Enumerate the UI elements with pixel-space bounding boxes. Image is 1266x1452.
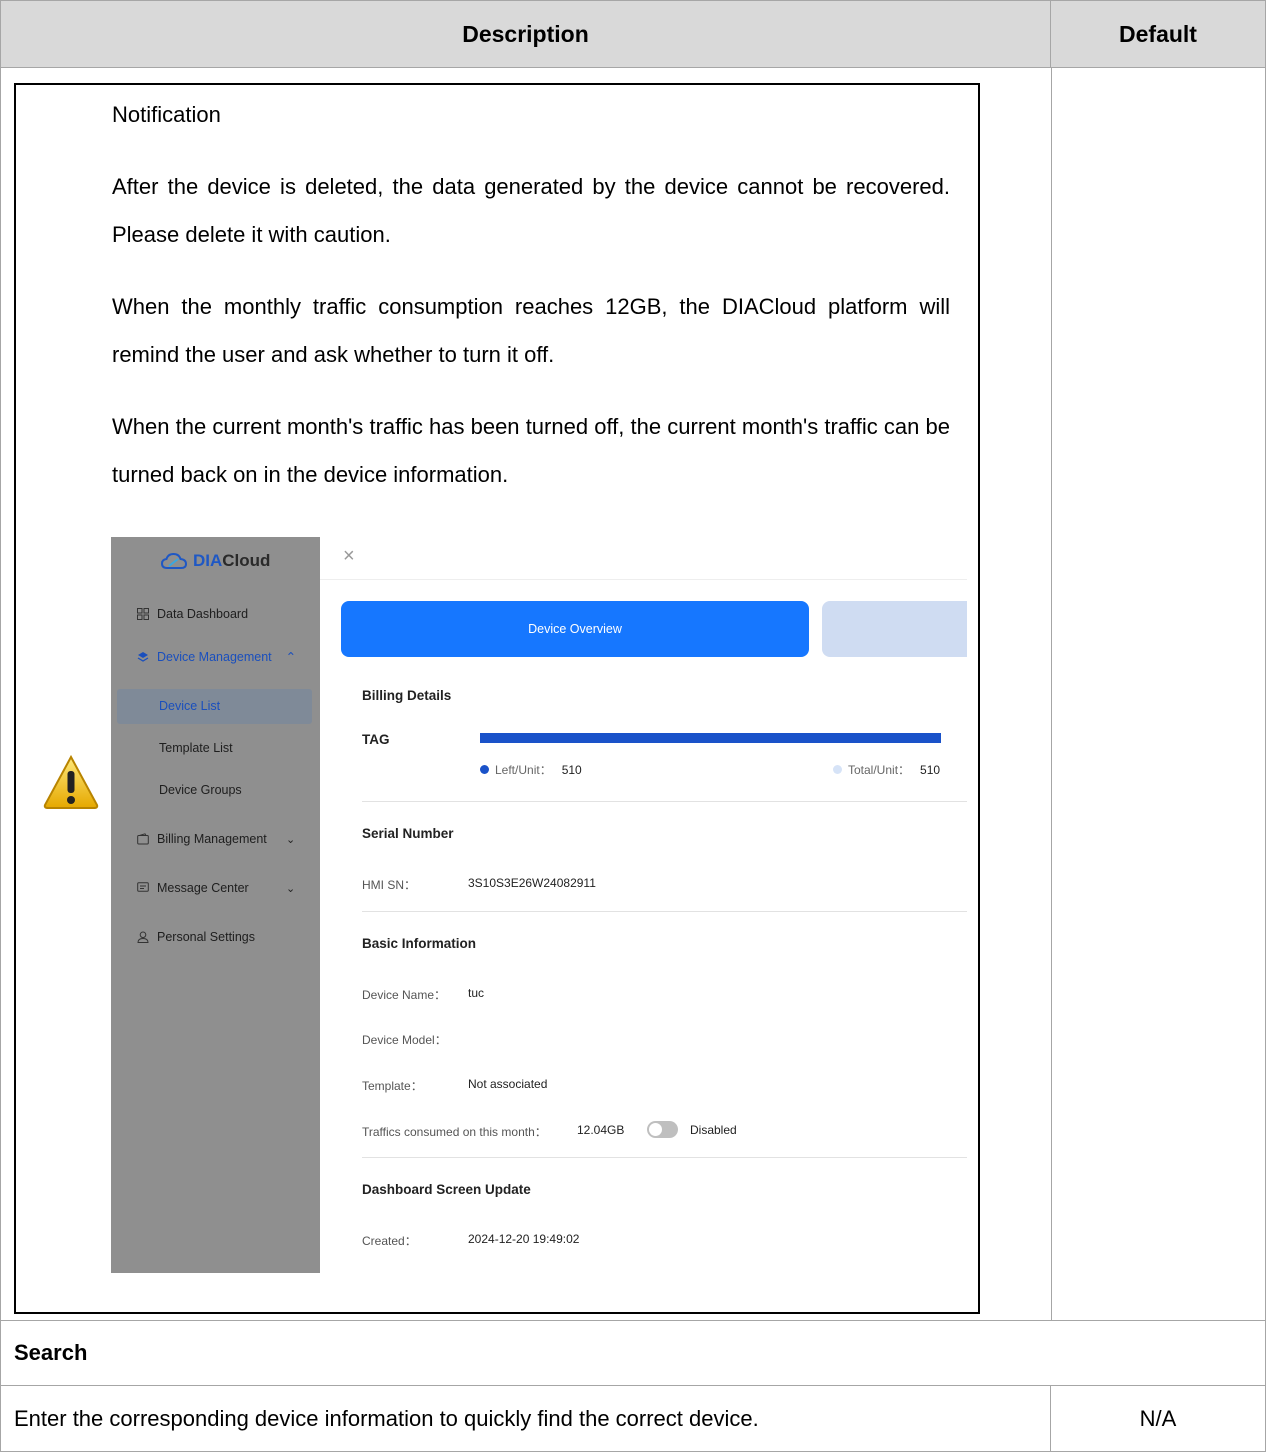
traffic-toggle[interactable] <box>647 1121 678 1138</box>
traffic-label: Traffics consumed on this month： <box>362 1125 547 1139</box>
table-header-row: Description Default <box>0 0 1266 68</box>
sidebar-item-device-list[interactable]: Device List <box>159 699 220 713</box>
sidebar-item-template-list[interactable]: Template List <box>159 741 233 755</box>
notification-paragraph: When the monthly traffic consumption rea… <box>112 294 950 367</box>
toggle-knob <box>649 1123 662 1136</box>
template-value: Not associated <box>468 1077 548 1091</box>
legend-total-unit: Total/Unit： 510 <box>833 761 940 778</box>
sidebar-item-label: Data Dashboard <box>157 607 249 621</box>
logo-text-dia: DIA <box>193 551 223 570</box>
default-header: Default <box>1119 20 1197 47</box>
sidebar-item-device-management[interactable]: Device Management ⌃ <box>137 649 296 664</box>
device-name-value: tuc <box>468 986 485 1000</box>
notification-paragraph: When the current month's traffic has bee… <box>112 414 950 487</box>
hmi-sn-label: HMI SN： <box>362 878 417 892</box>
divider <box>320 579 967 580</box>
sidebar-item-data-dashboard[interactable]: Data Dashboard <box>137 607 248 621</box>
sidebar-item-label: Message Center <box>157 881 249 895</box>
notification-box: Notification After the device is deleted… <box>14 83 980 1314</box>
traffic-value: 12.04GB <box>577 1123 625 1137</box>
diacloud-logo: DIACloud <box>161 551 270 571</box>
legend-left-unit: Left/Unit： 510 <box>480 761 582 778</box>
device-name-label: Device Name： <box>362 988 447 1002</box>
search-section-row: Search <box>0 1320 1266 1386</box>
chevron-up-icon: ⌃ <box>285 650 297 664</box>
device-model-label: Device Model： <box>362 1033 447 1047</box>
legend-left-label: Left/Unit： <box>495 763 552 777</box>
legend-total-label: Total/Unit： <box>848 763 911 777</box>
sidebar-item-label: Device Management <box>157 649 272 664</box>
notification-paragraph: After the device is deleted, the data ge… <box>112 174 950 247</box>
notification-title: Notification <box>112 102 221 127</box>
hmi-sn-value: 3S10S3E26W24082911 <box>468 876 596 890</box>
legend-dot <box>480 765 489 774</box>
user-icon <box>137 931 149 943</box>
tab-secondary[interactable] <box>822 601 967 657</box>
legend-left-value: 510 <box>561 762 582 777</box>
sidebar-item-message-center[interactable]: Message Center <box>137 881 249 895</box>
search-description-row: Enter the corresponding device informati… <box>0 1385 1266 1452</box>
message-icon <box>137 882 149 892</box>
sidebar: DIACloud Data Dashboard Device Managemen… <box>111 537 320 1273</box>
traffic-toggle-state: Disabled <box>690 1123 737 1137</box>
tag-usage-bar <box>480 733 941 743</box>
sidebar-item-device-groups[interactable]: Device Groups <box>159 783 242 797</box>
search-description: Enter the corresponding device informati… <box>14 1405 759 1431</box>
sidebar-item-personal-settings[interactable]: Personal Settings <box>137 930 255 944</box>
tag-label: TAG <box>362 732 390 747</box>
layers-icon <box>137 651 149 662</box>
divider <box>362 1157 967 1158</box>
divider <box>362 911 967 912</box>
billing-details-title: Billing Details <box>362 688 452 703</box>
wallet-icon <box>137 833 149 845</box>
tab-device-overview[interactable]: Device Overview <box>341 601 809 657</box>
serial-number-title: Serial Number <box>362 826 454 841</box>
device-info-screenshot: DIACloud Data Dashboard Device Managemen… <box>111 537 967 1273</box>
cloud-icon <box>161 552 187 569</box>
chevron-down-icon: ⌄ <box>286 883 296 895</box>
table-body-row: Notification After the device is deleted… <box>0 67 1266 1321</box>
legend-dot <box>833 765 842 774</box>
warning-icon <box>43 754 99 809</box>
column-divider <box>1051 67 1052 1321</box>
search-section-title: Search <box>14 1340 88 1365</box>
dashboard-update-title: Dashboard Screen Update <box>362 1182 531 1197</box>
created-value: 2024-12-20 19:49:02 <box>468 1232 580 1246</box>
logo-text-cloud: Cloud <box>222 551 271 570</box>
sidebar-item-billing-management[interactable]: Billing Management <box>137 832 267 846</box>
created-label: Created： <box>362 1234 417 1248</box>
divider <box>362 801 967 802</box>
legend-total-value: 510 <box>920 762 941 777</box>
sidebar-item-label: Personal Settings <box>157 930 255 944</box>
description-header: Description <box>1 1 1051 67</box>
basic-information-title: Basic Information <box>362 936 477 951</box>
dashboard-icon <box>137 608 149 620</box>
chevron-down-icon: ⌄ <box>286 834 296 846</box>
search-default: N/A <box>1139 1405 1177 1431</box>
close-icon[interactable]: × <box>343 545 355 568</box>
template-label: Template： <box>362 1079 423 1093</box>
sidebar-item-label: Billing Management <box>157 832 267 846</box>
